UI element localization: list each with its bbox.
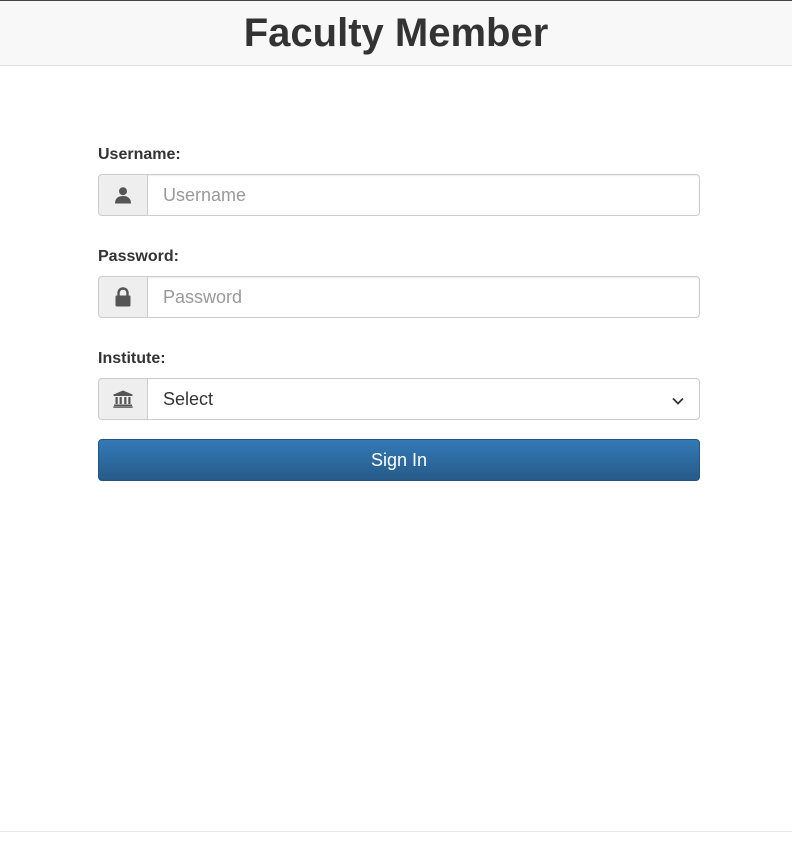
institute-label: Institute: (98, 350, 166, 367)
username-label: Username: (98, 146, 181, 163)
user-icon (98, 174, 147, 216)
institute-select-value: Select (163, 388, 214, 409)
password-label: Password: (98, 248, 179, 265)
lock-icon (98, 276, 147, 318)
chevron-down-icon (672, 389, 684, 410)
username-input[interactable] (147, 174, 700, 216)
password-group (98, 276, 700, 318)
username-group (98, 174, 700, 216)
page-header: Faculty Member (0, 0, 792, 66)
page-title: Faculty Member (243, 11, 549, 55)
institute-group: Select (98, 378, 700, 420)
institute-select[interactable]: Select (147, 378, 700, 420)
password-input[interactable] (147, 276, 700, 318)
login-form: Username: Password: Institute: (98, 146, 700, 481)
sign-in-button[interactable]: Sign In (98, 439, 700, 481)
footer-divider (0, 831, 792, 832)
institution-icon (98, 378, 147, 420)
